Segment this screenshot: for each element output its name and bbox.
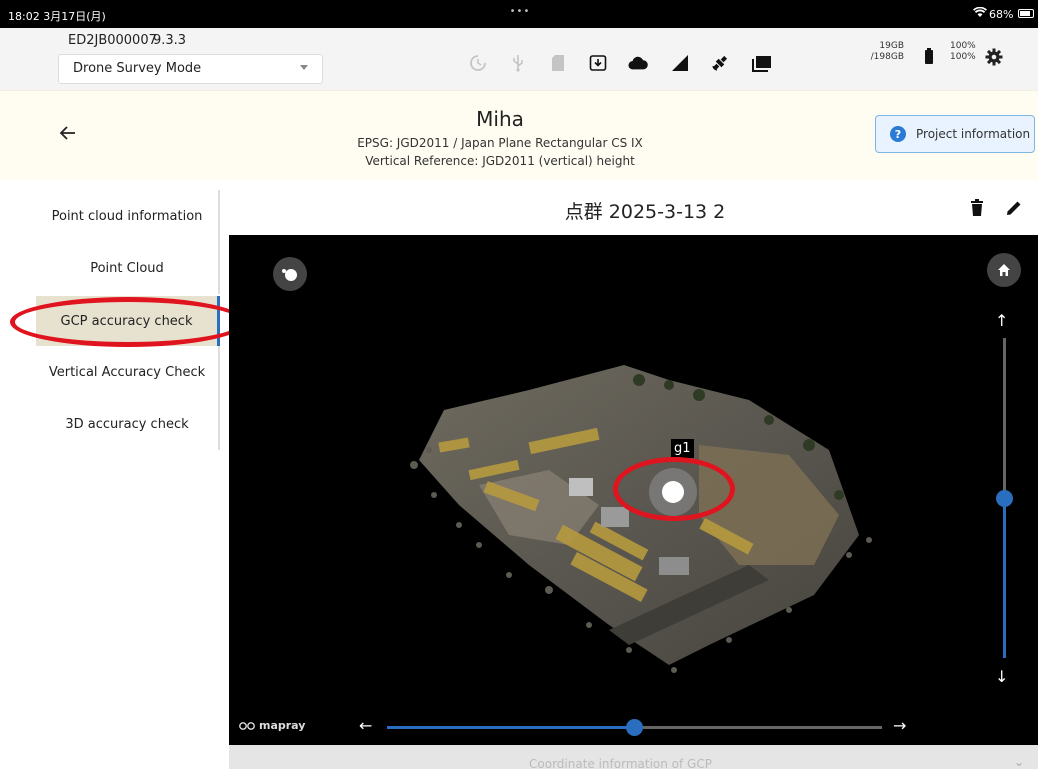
project-information-button[interactable]: ? Project information bbox=[875, 115, 1035, 153]
satellite-icon bbox=[710, 53, 730, 73]
sidebar-item-label: Vertical Accuracy Check bbox=[48, 364, 206, 380]
status-battery-icon bbox=[1018, 9, 1034, 18]
gcp-coordinate-panel-header[interactable]: Coordinate information of GCP ⌄ bbox=[229, 745, 1038, 769]
download-icon[interactable] bbox=[588, 53, 608, 73]
arrow-right-icon[interactable]: → bbox=[893, 716, 906, 735]
project-header: Miha EPSG: JGD2011 / Japan Plane Rectang… bbox=[0, 90, 1038, 180]
sync-icon[interactable] bbox=[468, 53, 488, 73]
point-cloud-render bbox=[410, 365, 872, 673]
chevron-down-icon[interactable]: ⌄ bbox=[1014, 755, 1024, 769]
sd-card-icon[interactable] bbox=[548, 53, 568, 73]
help-icon: ? bbox=[890, 126, 906, 142]
horizontal-slider-handle[interactable] bbox=[626, 719, 643, 736]
sidebar: Point cloud information Point Cloud GCP … bbox=[36, 190, 220, 450]
point-mode-icon bbox=[282, 269, 297, 281]
home-icon bbox=[998, 264, 1010, 276]
sidebar-item-label: Point cloud information bbox=[51, 208, 203, 224]
gcp-coordinate-panel-title: Coordinate information of GCP bbox=[529, 757, 712, 769]
pencil-icon[interactable] bbox=[1005, 199, 1023, 221]
project-epsg: EPSG: JGD2011 / Japan Plane Rectangular … bbox=[357, 136, 643, 150]
battery-icon bbox=[925, 48, 933, 64]
battery-levels: 100% 100% bbox=[950, 41, 976, 63]
arrow-left-icon[interactable]: ← bbox=[359, 716, 372, 735]
mapray-logo: mapray bbox=[239, 719, 305, 732]
sidebar-item-point-cloud-information[interactable]: Point cloud information bbox=[36, 190, 220, 242]
content-title: 点群 2025-3-13 2 bbox=[564, 201, 726, 223]
storage-total: /198GB bbox=[870, 52, 904, 62]
storage-readout: 19GB /198GB bbox=[862, 41, 904, 63]
status-time: 18:02 3月17日(月) bbox=[8, 10, 106, 23]
arrow-down-icon[interactable]: ↓ bbox=[995, 667, 1008, 686]
usb-icon[interactable] bbox=[508, 53, 528, 73]
mapray-logo-text: mapray bbox=[259, 719, 306, 732]
sidebar-item-gcp-accuracy-check[interactable]: GCP accuracy check bbox=[36, 296, 220, 346]
mode-select-value: Drone Survey Mode bbox=[73, 61, 202, 76]
multitask-dots[interactable]: ••• bbox=[500, 6, 540, 17]
app-root: 18:02 3月17日(月) ••• 68% ED2JB000007 9.3.3… bbox=[0, 0, 1038, 769]
gcp-point-marker[interactable] bbox=[649, 468, 697, 516]
storage-used: 19GB bbox=[879, 41, 904, 51]
sidebar-item-point-cloud[interactable]: Point Cloud bbox=[36, 242, 220, 294]
sidebar-item-3d-accuracy-check[interactable]: 3D accuracy check bbox=[36, 398, 220, 450]
point-cloud-viewer[interactable]: g1 ↑ ↓ ← → mapray bbox=[229, 235, 1038, 745]
status-bar: 18:02 3月17日(月) ••• 68% bbox=[0, 0, 1038, 28]
device-id: ED2JB000007 bbox=[68, 33, 157, 48]
battery-level-2: 100% bbox=[950, 52, 976, 62]
sidebar-item-label: Point Cloud bbox=[90, 260, 164, 276]
device-version: 9.3.3 bbox=[153, 33, 187, 48]
back-arrow-icon[interactable] bbox=[58, 123, 78, 143]
mode-select[interactable]: Drone Survey Mode bbox=[58, 54, 323, 84]
gear-icon[interactable] bbox=[985, 48, 1003, 70]
trash-icon[interactable] bbox=[970, 199, 984, 221]
battery-percent: 68% bbox=[989, 8, 1014, 21]
home-button[interactable] bbox=[987, 253, 1021, 287]
sidebar-item-label: 3D accuracy check bbox=[65, 416, 189, 432]
wifi-icon bbox=[973, 6, 987, 21]
project-information-label: Project information bbox=[916, 127, 1031, 141]
horizontal-slider-fill bbox=[387, 726, 635, 729]
camera-mode-button[interactable] bbox=[273, 257, 307, 291]
project-title: Miha bbox=[476, 107, 524, 131]
project-vertical-reference: Vertical Reference: JGD2011 (vertical) h… bbox=[365, 154, 635, 168]
gcp-point-label: g1 bbox=[671, 439, 694, 458]
sidebar-item-label: GCP accuracy check bbox=[60, 313, 193, 329]
mapray-icon bbox=[239, 721, 255, 730]
signal-icon bbox=[670, 53, 690, 73]
chevron-down-icon bbox=[300, 65, 308, 70]
arrow-up-icon[interactable]: ↑ bbox=[995, 311, 1008, 330]
vertical-slider-handle[interactable] bbox=[996, 490, 1013, 507]
folder-icon[interactable] bbox=[752, 53, 772, 73]
battery-level-1: 100% bbox=[950, 41, 976, 51]
sidebar-item-vertical-accuracy-check[interactable]: Vertical Accuracy Check bbox=[36, 346, 220, 398]
cloud-icon[interactable] bbox=[628, 53, 648, 73]
vertical-slider-fill bbox=[1003, 500, 1006, 658]
